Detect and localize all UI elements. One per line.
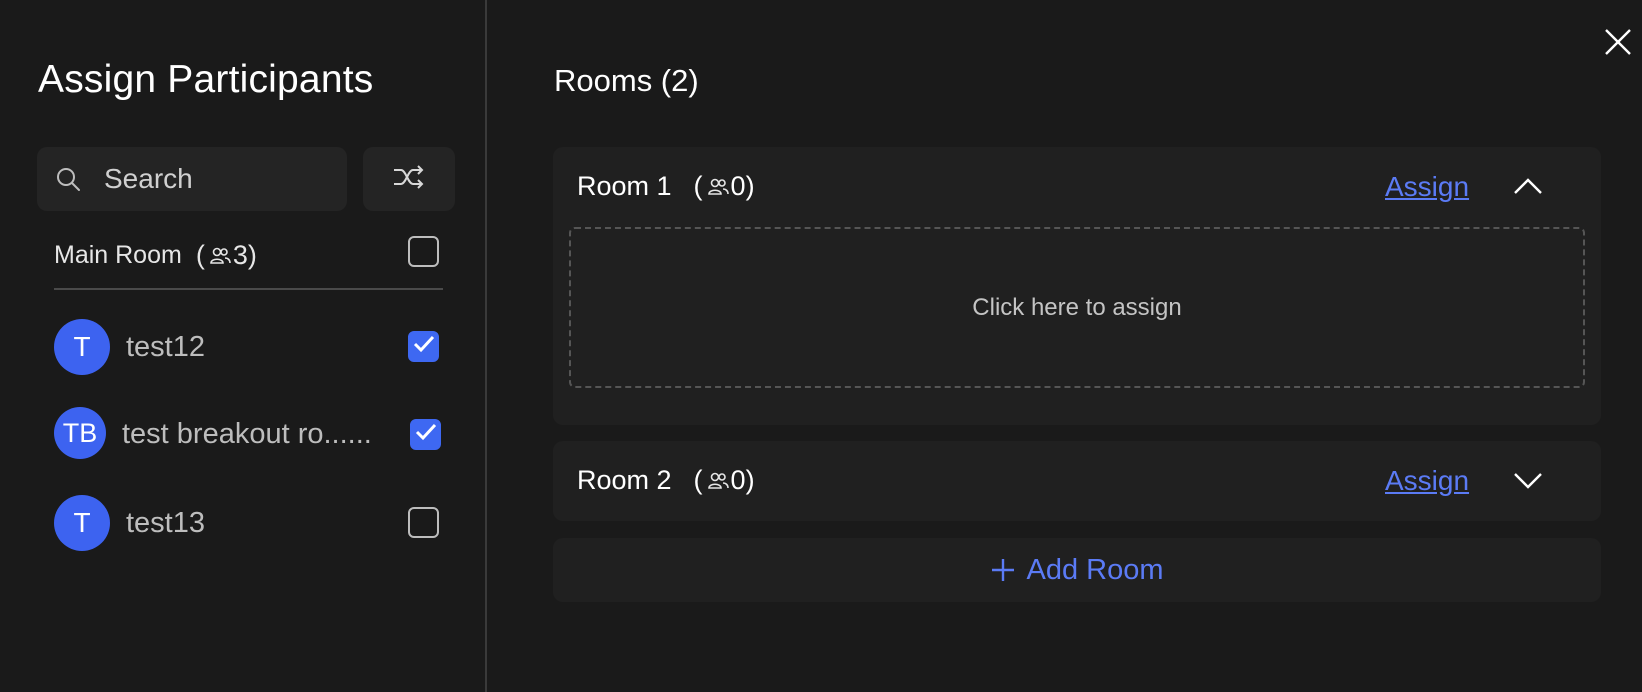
check-icon [413, 335, 435, 358]
check-icon [415, 423, 437, 446]
participant-row: T test12 [54, 319, 443, 375]
shuffle-icon [392, 163, 426, 196]
search-box[interactable] [37, 147, 347, 211]
assign-drop-zone[interactable]: Click here to assign [569, 227, 1585, 388]
room-count-value: 0 [730, 465, 746, 495]
participant-row: TB test breakout ro...... [54, 407, 443, 463]
assign-participants-panel: Assign Participants Main Room (3) T test… [0, 0, 487, 692]
main-room-label: Main Room (3) [54, 240, 257, 271]
main-room-checkbox[interactable] [408, 236, 439, 267]
room-name: Room 2 (0) [577, 465, 755, 496]
rooms-panel: Rooms (2) Room 1 (0) Assign Click here t… [489, 0, 1642, 692]
avatar: TB [54, 407, 106, 459]
drop-zone-text: Click here to assign [972, 293, 1182, 321]
people-icon [707, 471, 729, 491]
participant-checkbox[interactable] [408, 331, 439, 362]
assign-link[interactable]: Assign [1385, 465, 1469, 497]
participant-name: test13 [126, 507, 205, 539]
room-header[interactable]: Room 1 (0) Assign [553, 147, 1601, 225]
search-input[interactable] [104, 163, 324, 195]
add-room-label: Add Room [1026, 553, 1164, 586]
participant-name: test12 [126, 331, 205, 363]
room-count: (0) [693, 465, 755, 495]
panel-title: Assign Participants [38, 58, 374, 101]
chevron-up-icon[interactable] [1511, 171, 1545, 201]
chevron-down-icon[interactable] [1511, 465, 1545, 495]
avatar: T [54, 319, 110, 375]
people-icon [209, 246, 231, 266]
room-count: (0) [693, 171, 755, 201]
room-name-text: Room 1 [577, 171, 672, 201]
main-room-row: Main Room (3) [54, 232, 443, 290]
assign-link[interactable]: Assign [1385, 171, 1469, 203]
room-name: Room 1 (0) [577, 171, 755, 202]
people-icon [707, 177, 729, 197]
main-room-name: Main Room [54, 241, 182, 269]
close-icon[interactable] [1604, 28, 1632, 56]
room-count-value: 0 [730, 171, 746, 201]
rooms-title: Rooms (2) [554, 63, 699, 98]
main-room-count: (3) [195, 240, 257, 270]
participant-checkbox[interactable] [410, 419, 441, 450]
avatar: T [54, 495, 110, 551]
main-room-count-value: 3 [232, 240, 248, 270]
plus-icon [990, 557, 1016, 583]
participant-row: T test13 [54, 495, 443, 551]
room-header[interactable]: Room 2 (0) Assign [553, 441, 1601, 519]
room-name-text: Room 2 [577, 465, 672, 495]
participant-checkbox[interactable] [408, 507, 439, 538]
add-room-button[interactable]: Add Room [553, 538, 1601, 602]
room-card-2: Room 2 (0) Assign [553, 441, 1601, 521]
participant-name: test breakout ro...... [122, 418, 372, 450]
shuffle-button[interactable] [363, 147, 455, 211]
room-card-1: Room 1 (0) Assign Click here to assign [553, 147, 1601, 425]
search-icon [55, 166, 81, 192]
